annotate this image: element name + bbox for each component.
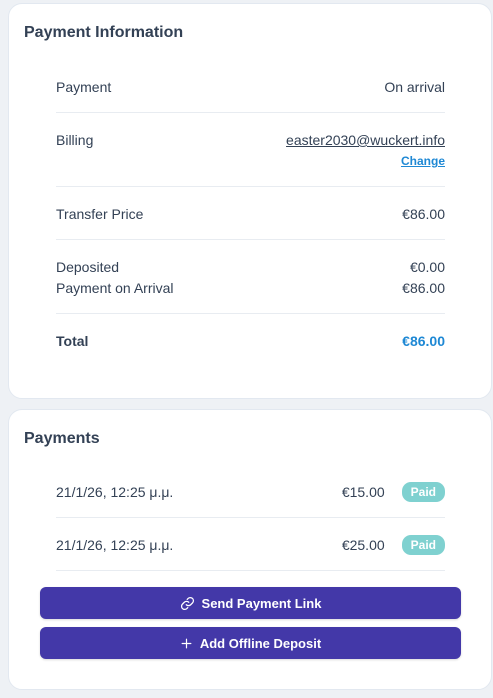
billing-label: Billing (56, 132, 94, 148)
transfer-price-value: €86.00 (402, 206, 445, 222)
divider (56, 517, 445, 518)
billing-value: easter2030@wuckert.info Change (286, 132, 445, 168)
change-billing-link[interactable]: Change (286, 154, 445, 168)
payment-date: 21/1/26, 12:25 μ.μ. (56, 484, 174, 500)
payment-on-arrival-value: €86.00 (402, 280, 445, 296)
payment-amount: €15.00 (341, 484, 385, 500)
payment-information-card: Payment Information Payment On arrival B… (8, 3, 492, 399)
add-offline-deposit-button[interactable]: Add Offline Deposit (40, 627, 461, 659)
payment-information-title: Payment Information (24, 24, 184, 41)
paid-status-badge: Paid (401, 482, 445, 502)
payment-list-item: 21/1/26, 12:25 μ.μ. €15.00 Paid (56, 481, 445, 503)
send-payment-link-button[interactable]: Send Payment Link (40, 587, 461, 619)
payment-date: 21/1/26, 12:25 μ.μ. (56, 537, 174, 553)
divider (56, 112, 445, 113)
transfer-price-label: Transfer Price (56, 206, 144, 222)
payment-row: Payment On arrival (56, 79, 445, 95)
payments-title: Payments (24, 430, 100, 447)
payment-amount: €25.00 (341, 537, 385, 553)
add-offline-deposit-label: Add Offline Deposit (199, 635, 322, 651)
deposited-value: €0.00 (409, 259, 445, 275)
total-row: Total €86.00 (56, 333, 445, 349)
total-label: Total (56, 333, 89, 349)
payment-on-arrival-row: Payment on Arrival €86.00 (56, 280, 445, 296)
divider (56, 570, 445, 571)
billing-row: Billing easter2030@wuckert.info Change (56, 132, 445, 168)
send-payment-link-label: Send Payment Link (201, 595, 322, 611)
payment-value: On arrival (384, 79, 445, 95)
payment-list-item: 21/1/26, 12:25 μ.μ. €25.00 Paid (56, 534, 445, 556)
divider (56, 186, 445, 187)
divider (56, 239, 445, 240)
total-value: €86.00 (402, 333, 445, 349)
deposited-label: Deposited (56, 259, 120, 275)
divider (56, 313, 445, 314)
billing-email-link[interactable]: easter2030@wuckert.info (286, 132, 445, 148)
plus-icon (181, 638, 192, 648)
link-icon (180, 596, 194, 610)
deposited-row: Deposited €0.00 (56, 259, 445, 275)
paid-status-badge: Paid (401, 535, 445, 555)
payment-label: Payment (56, 79, 112, 95)
transfer-price-row: Transfer Price €86.00 (56, 206, 445, 222)
payment-on-arrival-label: Payment on Arrival (56, 280, 174, 296)
payments-card: Payments 21/1/26, 12:25 μ.μ. €15.00 Paid… (8, 409, 492, 690)
